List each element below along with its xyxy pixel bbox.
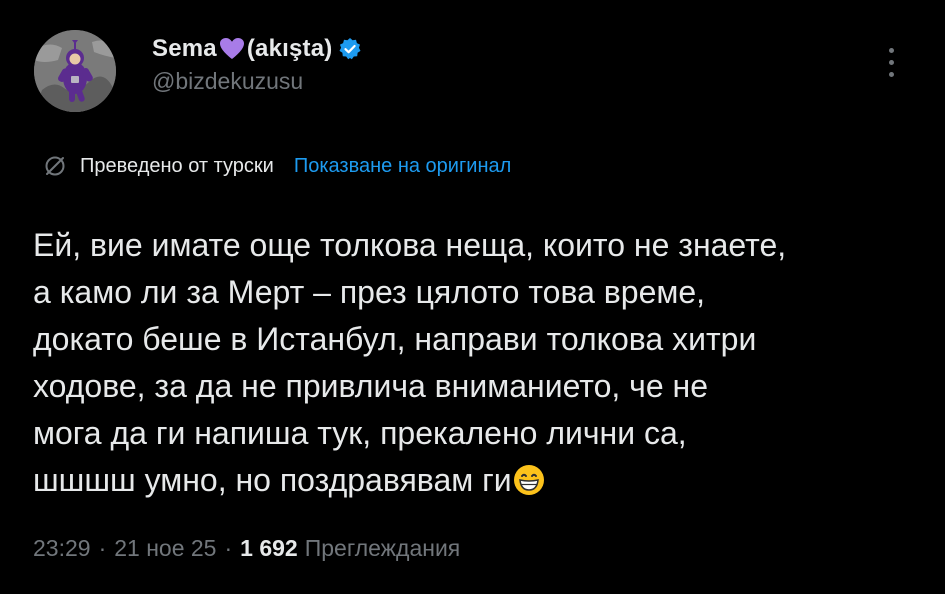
tweet-meta: 23:29 · 21 ное 25 · 1 692 Преглеждания xyxy=(33,535,460,562)
tweet-text-content: Ей, вие имате още толкова неща, които не… xyxy=(33,227,787,498)
tweet-text: Ей, вие имате още толкова неща, които не… xyxy=(33,222,923,504)
author-handle[interactable]: @bizdekuzusu xyxy=(152,68,362,95)
purple-heart-icon xyxy=(219,37,245,61)
avatar[interactable] xyxy=(34,30,116,112)
more-options-icon-dot xyxy=(888,71,894,77)
meta-separator: · xyxy=(98,535,107,561)
translation-bar: Преведено от турски Показване на оригина… xyxy=(44,150,511,182)
author-display-name-suffix[interactable]: (akışta) xyxy=(247,35,333,63)
tweet-time[interactable]: 23:29 xyxy=(33,535,91,562)
meta-separator: · xyxy=(224,535,233,561)
tweet: Sema (akışta) @bizdekuzusu Преведено от … xyxy=(0,0,945,594)
views-count: 1 692 xyxy=(240,535,298,561)
author-header: Sema (akışta) @bizdekuzusu xyxy=(152,34,362,95)
translated-from-label: Преведено от турски xyxy=(80,154,274,177)
more-options-icon xyxy=(888,47,894,53)
verified-badge-icon[interactable] xyxy=(338,37,362,61)
author-name-row[interactable]: Sema (akışta) xyxy=(152,34,362,64)
show-original-link[interactable]: Показване на оригинал xyxy=(294,155,511,178)
more-options-button[interactable] xyxy=(876,42,906,82)
views-label: Преглеждания xyxy=(304,535,461,561)
purple-teletubby-avatar xyxy=(34,30,116,112)
tweet-date[interactable]: 21 ное 25 xyxy=(114,535,216,562)
grinning-face-emoji-icon xyxy=(513,462,545,495)
author-display-name[interactable]: Sema xyxy=(152,35,217,63)
more-options-icon-dot xyxy=(888,59,894,65)
translate-icon xyxy=(45,156,65,176)
